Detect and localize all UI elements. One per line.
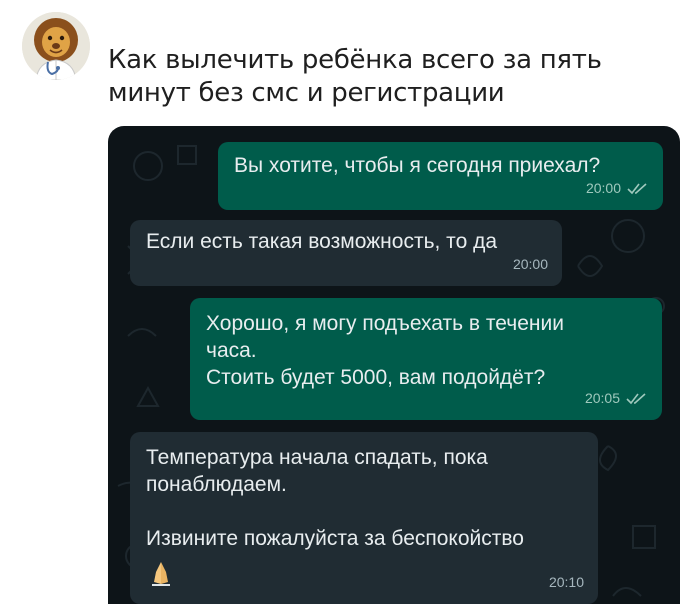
double-check-icon xyxy=(627,182,647,194)
message-bubble-incoming[interactable]: Температура начала спадать, пока понаблю… xyxy=(130,432,598,604)
lion-doctor-icon xyxy=(22,12,90,80)
message-meta: 20:05 xyxy=(585,385,648,412)
message-text: Температура начала спадать, пока понаблю… xyxy=(146,446,524,550)
author-avatar[interactable] xyxy=(22,12,90,80)
double-check-icon xyxy=(626,392,646,404)
folded-hands-icon xyxy=(152,562,170,586)
message-meta: 20:10 xyxy=(549,569,584,596)
message-time: 20:00 xyxy=(512,256,548,272)
message-bubble-outgoing[interactable]: Вы хотите, чтобы я сегодня приехал? 20:0… xyxy=(218,142,663,210)
chat-screenshot: Вы хотите, чтобы я сегодня приехал? 20:0… xyxy=(108,126,680,604)
post-caption: Как вылечить ребёнка всего за пять минут… xyxy=(108,45,602,108)
message-text: Если есть такая возможность, то да xyxy=(146,230,498,253)
message-time: 20:00 xyxy=(585,180,621,196)
message-meta: 20:00 xyxy=(586,175,649,202)
message-bubble-incoming[interactable]: Если есть такая возможность, то да 20:00 xyxy=(130,220,562,286)
message-bubble-outgoing[interactable]: Хорошо, я могу подъехать в течении часа.… xyxy=(190,298,662,420)
message-text: Хорошо, я могу подъехать в течении часа.… xyxy=(206,312,564,389)
message-meta: 20:00 xyxy=(513,251,548,278)
message-time: 20:05 xyxy=(584,390,620,406)
message-time: 20:10 xyxy=(548,574,584,590)
